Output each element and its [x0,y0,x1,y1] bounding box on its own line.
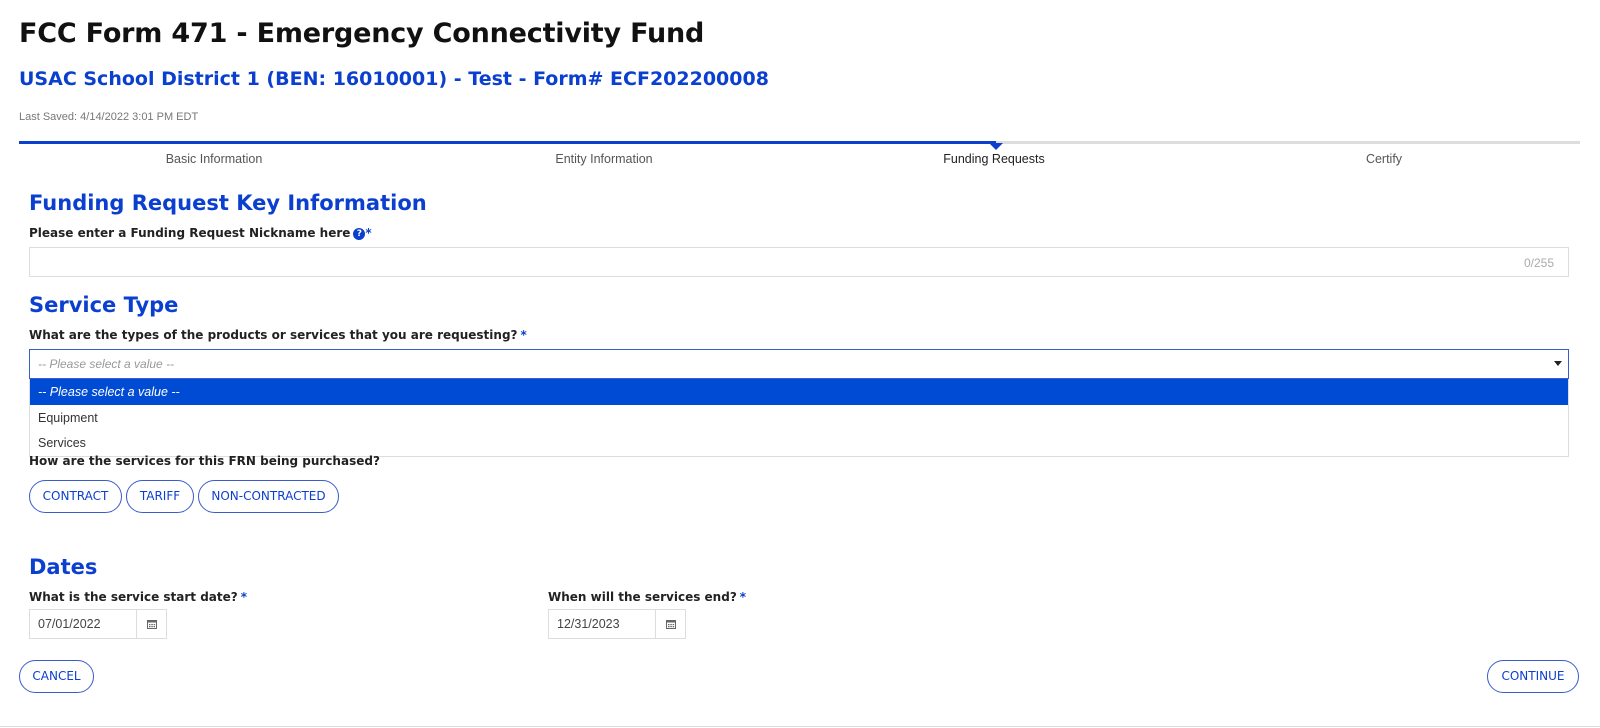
start-date-value: 07/01/2022 [38,617,101,631]
option-services[interactable]: Services [30,430,1568,456]
option-equipment[interactable]: Equipment [30,405,1568,431]
nickname-input[interactable]: 0/255 [29,247,1569,277]
last-saved-text: Last Saved: 4/14/2022 3:01 PM EDT [19,111,199,123]
chevron-down-icon [1554,361,1562,366]
calendar-icon [147,620,157,629]
start-date-input[interactable]: 07/01/2022 [29,609,167,639]
nickname-label: Please enter a Funding Request Nickname … [29,226,372,240]
continue-button[interactable]: CONTINUE [1487,660,1579,693]
calendar-icon [666,620,676,629]
start-date-label-text: What is the service start date? [29,590,238,604]
end-date-label-text: When will the services end? [548,590,737,604]
step-basic-information[interactable]: Basic Information [19,152,409,166]
option-please-select[interactable]: -- Please select a value -- [30,379,1568,405]
required-mark: * [240,590,247,604]
start-date-calendar-button[interactable] [136,610,166,638]
service-type-select[interactable]: -- Please select a value -- [29,349,1569,379]
step-entity-information[interactable]: Entity Information [409,152,799,166]
service-type-question: What are the types of the products or se… [29,328,518,342]
question-circle-icon[interactable]: ? [353,228,366,240]
service-type-heading: Service Type [29,293,179,317]
page-title: FCC Form 471 - Emergency Connectivity Fu… [19,18,705,49]
key-info-heading: Funding Request Key Information [29,191,427,215]
nickname-char-counter: 0/255 [1523,256,1554,270]
end-date-calendar-button[interactable] [655,610,685,638]
step-certify[interactable]: Certify [1189,152,1579,166]
contract-button[interactable]: CONTRACT [29,480,122,513]
required-mark: * [365,226,372,240]
form-subtitle: USAC School District 1 (BEN: 16010001) -… [19,68,769,90]
required-mark: * [520,328,527,342]
end-date-label: When will the services end? * [548,590,746,604]
dates-heading: Dates [29,555,98,579]
end-date-input[interactable]: 12/31/2023 [548,609,686,639]
end-date-value: 12/31/2023 [557,617,620,631]
required-mark: * [739,590,747,604]
start-date-label: What is the service start date? * [29,590,247,604]
service-type-dropdown: -- Please select a value -- Equipment Se… [29,379,1569,457]
service-type-label: What are the types of the products or se… [29,328,527,342]
tariff-button[interactable]: TARIFF [126,480,194,513]
cancel-button[interactable]: CANCEL [19,660,94,693]
nickname-label-text: Please enter a Funding Request Nickname … [29,226,351,240]
progress-fill [19,141,996,144]
service-type-selected-value: -- Please select a value -- [38,357,175,371]
step-funding-requests[interactable]: Funding Requests [799,152,1189,166]
current-step-marker-icon [989,143,1003,150]
non-contracted-button[interactable]: NON-CONTRACTED [198,480,339,513]
footer-divider [0,726,1600,727]
purchase-method-label: How are the services for this FRN being … [29,454,380,468]
